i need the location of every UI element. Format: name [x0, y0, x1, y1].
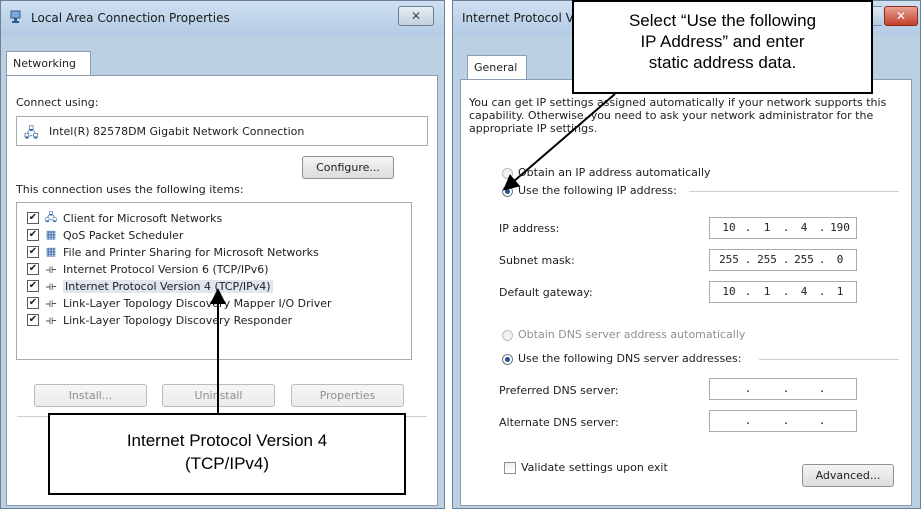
list-item-qos[interactable]: ✔ ▦ QoS Packet Scheduler — [27, 226, 183, 244]
list-item-client[interactable]: ✔ 🖧 Client for Microsoft Networks — [27, 209, 222, 227]
items-list[interactable]: ✔ 🖧 Client for Microsoft Networks ✔ ▦ Qo… — [16, 202, 412, 360]
use-following-dns-label: Use the following DNS server addresses: — [518, 352, 742, 365]
subnet-mask-label: Subnet mask: — [499, 254, 575, 267]
item-label: Client for Microsoft Networks — [63, 211, 223, 225]
default-gateway-label: Default gateway: — [499, 286, 593, 299]
network-connection-icon — [10, 10, 21, 23]
callout-static-ip: Select “Use the following IP Address” an… — [572, 0, 873, 94]
checkbox[interactable]: ✔ — [27, 314, 39, 326]
group-border — [759, 359, 899, 360]
octet-4: 0 — [836, 253, 844, 266]
checkbox[interactable]: ✔ — [27, 229, 39, 241]
general-panel: You can get IP settings assigned automat… — [460, 79, 912, 506]
window-title: Local Area Connection Properties — [31, 11, 230, 25]
checkbox[interactable]: ✔ — [27, 212, 39, 224]
checkbox[interactable]: ✔ — [27, 280, 39, 292]
group-border — [689, 191, 899, 192]
use-following-ip-label: Use the following IP address: — [518, 184, 677, 197]
callout-ipv4: Internet Protocol Version 4 (TCP/IPv4) — [48, 413, 406, 495]
adapter-name: Intel(R) 82578DM Gigabit Network Connect… — [49, 125, 305, 138]
ip-address-label: IP address: — [499, 222, 560, 235]
preferred-dns-label: Preferred DNS server: — [499, 384, 619, 397]
close-button[interactable]: ✕ — [884, 6, 918, 26]
octet-2: 255 — [757, 253, 777, 266]
item-label: Internet Protocol Version 6 (TCP/IPv6) — [63, 262, 269, 276]
protocol-icon: ⟛ — [45, 279, 57, 293]
connect-using-label: Connect using: — [16, 96, 99, 109]
octet-1: 255 — [719, 253, 739, 266]
item-label: Link-Layer Topology Discovery Responder — [63, 313, 293, 327]
octet-2: 1 — [763, 221, 771, 234]
preferred-dns-field[interactable]: . . . — [709, 378, 857, 400]
obtain-ip-auto-radio[interactable] — [502, 168, 513, 179]
octet-4: 190 — [830, 221, 850, 234]
protocol-icon: ⟛ — [45, 313, 57, 327]
list-item-file-printer-sharing[interactable]: ✔ ▦ File and Printer Sharing for Microso… — [27, 243, 319, 261]
list-item-ipv6[interactable]: ✔ ⟛ Internet Protocol Version 6 (TCP/IPv… — [27, 260, 269, 278]
close-button[interactable]: ✕ — [398, 6, 434, 26]
checkbox[interactable]: ✔ — [27, 246, 39, 258]
configure-button[interactable]: Configure... — [302, 156, 394, 179]
octet-2: 1 — [763, 285, 771, 298]
callout-line-1: Select “Use the following — [628, 11, 817, 30]
callout-line-2: (TCP/IPv4) — [184, 454, 270, 473]
item-label: QoS Packet Scheduler — [63, 228, 184, 242]
description-text: You can get IP settings assigned automat… — [469, 96, 887, 135]
tab-general[interactable]: General — [467, 55, 527, 80]
install-button[interactable]: Install... — [34, 384, 147, 407]
ip-address-field[interactable]: 10 . 1 . 4 . 190 — [709, 217, 857, 239]
item-label: File and Printer Sharing for Microsoft N… — [63, 245, 319, 259]
service-icon: ▦ — [45, 228, 57, 241]
octet-1: 10 — [722, 285, 736, 298]
protocol-icon: ⟛ — [45, 296, 57, 310]
octet-4: 1 — [836, 285, 844, 298]
callout-line-2: IP Address” and enter — [640, 32, 805, 51]
checkbox[interactable]: ✔ — [27, 297, 39, 309]
checkbox[interactable]: ✔ — [27, 263, 39, 275]
obtain-ip-auto-label: Obtain an IP address automatically — [518, 166, 711, 179]
callout-line-1: Internet Protocol Version 4 — [126, 431, 328, 450]
subnet-mask-field[interactable]: 255 . 255 . 255 . 0 — [709, 249, 857, 271]
advanced-button[interactable]: Advanced... — [802, 464, 894, 487]
tab-networking[interactable]: Networking — [6, 51, 91, 76]
callout-line-3: static address data. — [648, 53, 797, 72]
use-following-dns-radio[interactable] — [502, 354, 513, 365]
obtain-dns-auto-radio[interactable] — [502, 330, 513, 341]
alternate-dns-field[interactable]: . . . — [709, 410, 857, 432]
item-label: Internet Protocol Version 4 (TCP/IPv4) — [63, 279, 273, 293]
network-adapter-icon: 🖧 — [24, 126, 39, 141]
adapter-box: 🖧 Intel(R) 82578DM Gigabit Network Conne… — [16, 116, 428, 146]
validate-label: Validate settings upon exit — [521, 461, 668, 474]
octet-1: 10 — [722, 221, 736, 234]
list-item-lltd-mapper[interactable]: ✔ ⟛ Link-Layer Topology Discovery Mapper… — [27, 294, 332, 312]
octet-3: 255 — [794, 253, 814, 266]
items-label: This connection uses the following items… — [16, 183, 244, 196]
alternate-dns-label: Alternate DNS server: — [499, 416, 619, 429]
obtain-dns-auto-label: Obtain DNS server address automatically — [518, 328, 746, 341]
protocol-icon: ⟛ — [45, 262, 57, 276]
list-item-lltd-responder[interactable]: ✔ ⟛ Link-Layer Topology Discovery Respon… — [27, 311, 292, 329]
item-label: Link-Layer Topology Discovery Mapper I/O… — [63, 296, 332, 310]
use-following-ip-radio[interactable] — [502, 186, 513, 197]
service-icon: ▦ — [45, 245, 57, 258]
network-client-icon: 🖧 — [44, 211, 58, 224]
list-item-ipv4[interactable]: ✔ ⟛ Internet Protocol Version 4 (TCP/IPv… — [27, 277, 273, 295]
window-title: Internet Protocol V — [462, 11, 574, 25]
octet-3: 4 — [800, 285, 808, 298]
default-gateway-field[interactable]: 10 . 1 . 4 . 1 — [709, 281, 857, 303]
title-bar: Local Area Connection Properties ✕ — [1, 1, 444, 35]
octet-3: 4 — [800, 221, 808, 234]
uninstall-button[interactable]: Uninstall — [162, 384, 275, 407]
validate-checkbox[interactable] — [504, 462, 516, 474]
properties-button[interactable]: Properties — [291, 384, 404, 407]
